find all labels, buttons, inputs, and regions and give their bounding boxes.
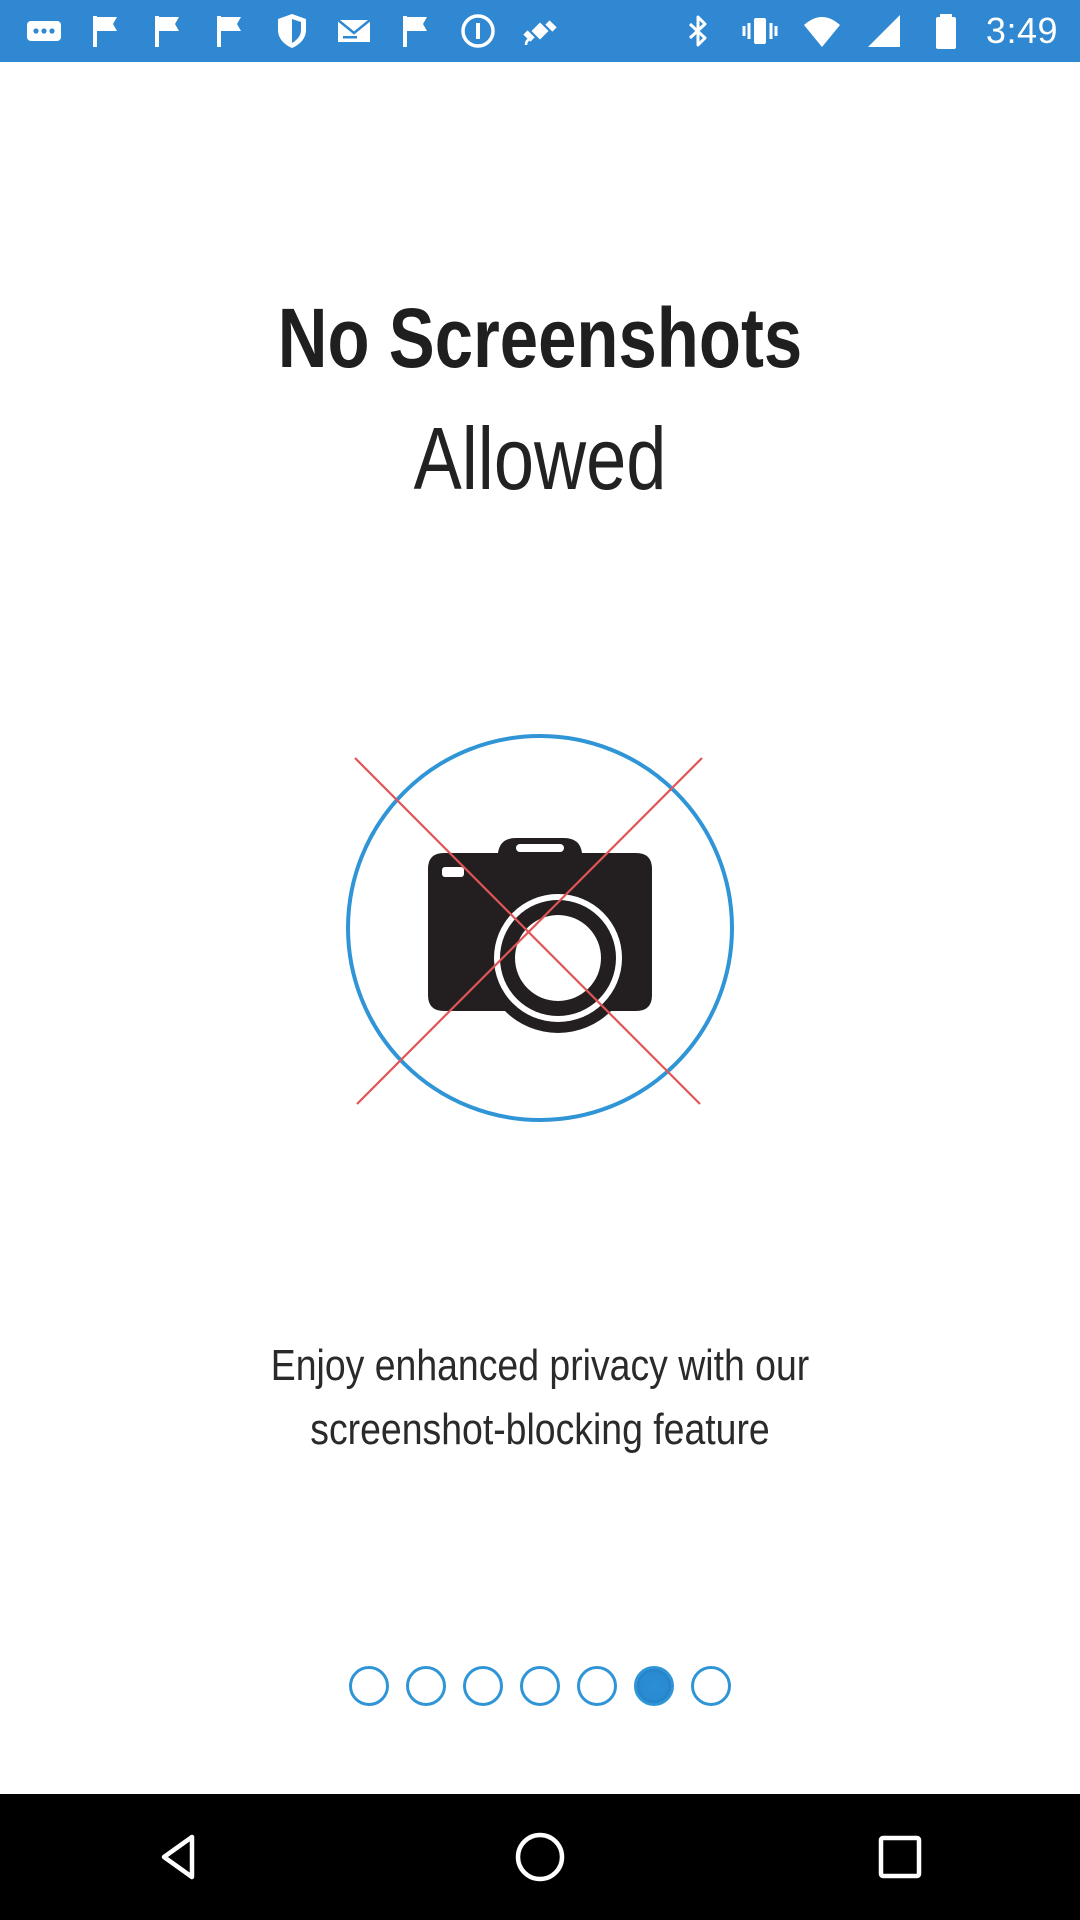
- mail-icon: [332, 9, 376, 53]
- notification-icons: [22, 0, 562, 62]
- page-dot-6[interactable]: [634, 1666, 674, 1706]
- page-subtitle: Allowed: [413, 409, 667, 508]
- navigation-bar: [0, 1794, 1080, 1920]
- recents-icon: [878, 1835, 922, 1879]
- info-icon: [456, 9, 500, 53]
- signal-icon: [862, 9, 906, 53]
- flag-icon: [208, 9, 252, 53]
- page-indicator: [0, 1666, 1080, 1712]
- status-bar: 3:49: [0, 0, 1080, 62]
- wifi-icon: [800, 9, 844, 53]
- bluetooth-icon: [676, 9, 720, 53]
- page-title: No Screenshots: [277, 291, 803, 385]
- page-dot-4[interactable]: [520, 1666, 560, 1706]
- back-button[interactable]: [120, 1807, 240, 1907]
- home-button[interactable]: [480, 1807, 600, 1907]
- page-dot-1[interactable]: [349, 1666, 389, 1706]
- battery-icon: [924, 9, 968, 53]
- status-clock: 3:49: [985, 10, 1058, 51]
- home-icon: [515, 1832, 565, 1882]
- onboarding-screen: 3:49 No Screenshots Allowed Enjoy enhanc…: [0, 0, 1080, 1920]
- system-indicators: 3:49: [676, 0, 1058, 62]
- page-dot-5[interactable]: [577, 1666, 617, 1706]
- page-dot-2[interactable]: [406, 1666, 446, 1706]
- satellite-icon: [518, 9, 562, 53]
- flag-icon: [84, 9, 128, 53]
- feature-description: Enjoy enhanced privacy with our screensh…: [200, 1334, 880, 1462]
- recents-button[interactable]: [840, 1807, 960, 1907]
- shield-icon: [270, 9, 314, 53]
- flag-icon: [394, 9, 438, 53]
- page-dot-7[interactable]: [691, 1666, 731, 1706]
- no-camera-icon: [340, 728, 740, 1128]
- description-line: Enjoy enhanced privacy with our: [270, 1341, 810, 1390]
- vibrate-icon: [738, 9, 782, 53]
- page-dot-3[interactable]: [463, 1666, 503, 1706]
- more-icon: [22, 9, 66, 53]
- back-icon: [161, 1834, 195, 1880]
- description-line: screenshot-blocking feature: [310, 1405, 770, 1454]
- flag-icon: [146, 9, 190, 53]
